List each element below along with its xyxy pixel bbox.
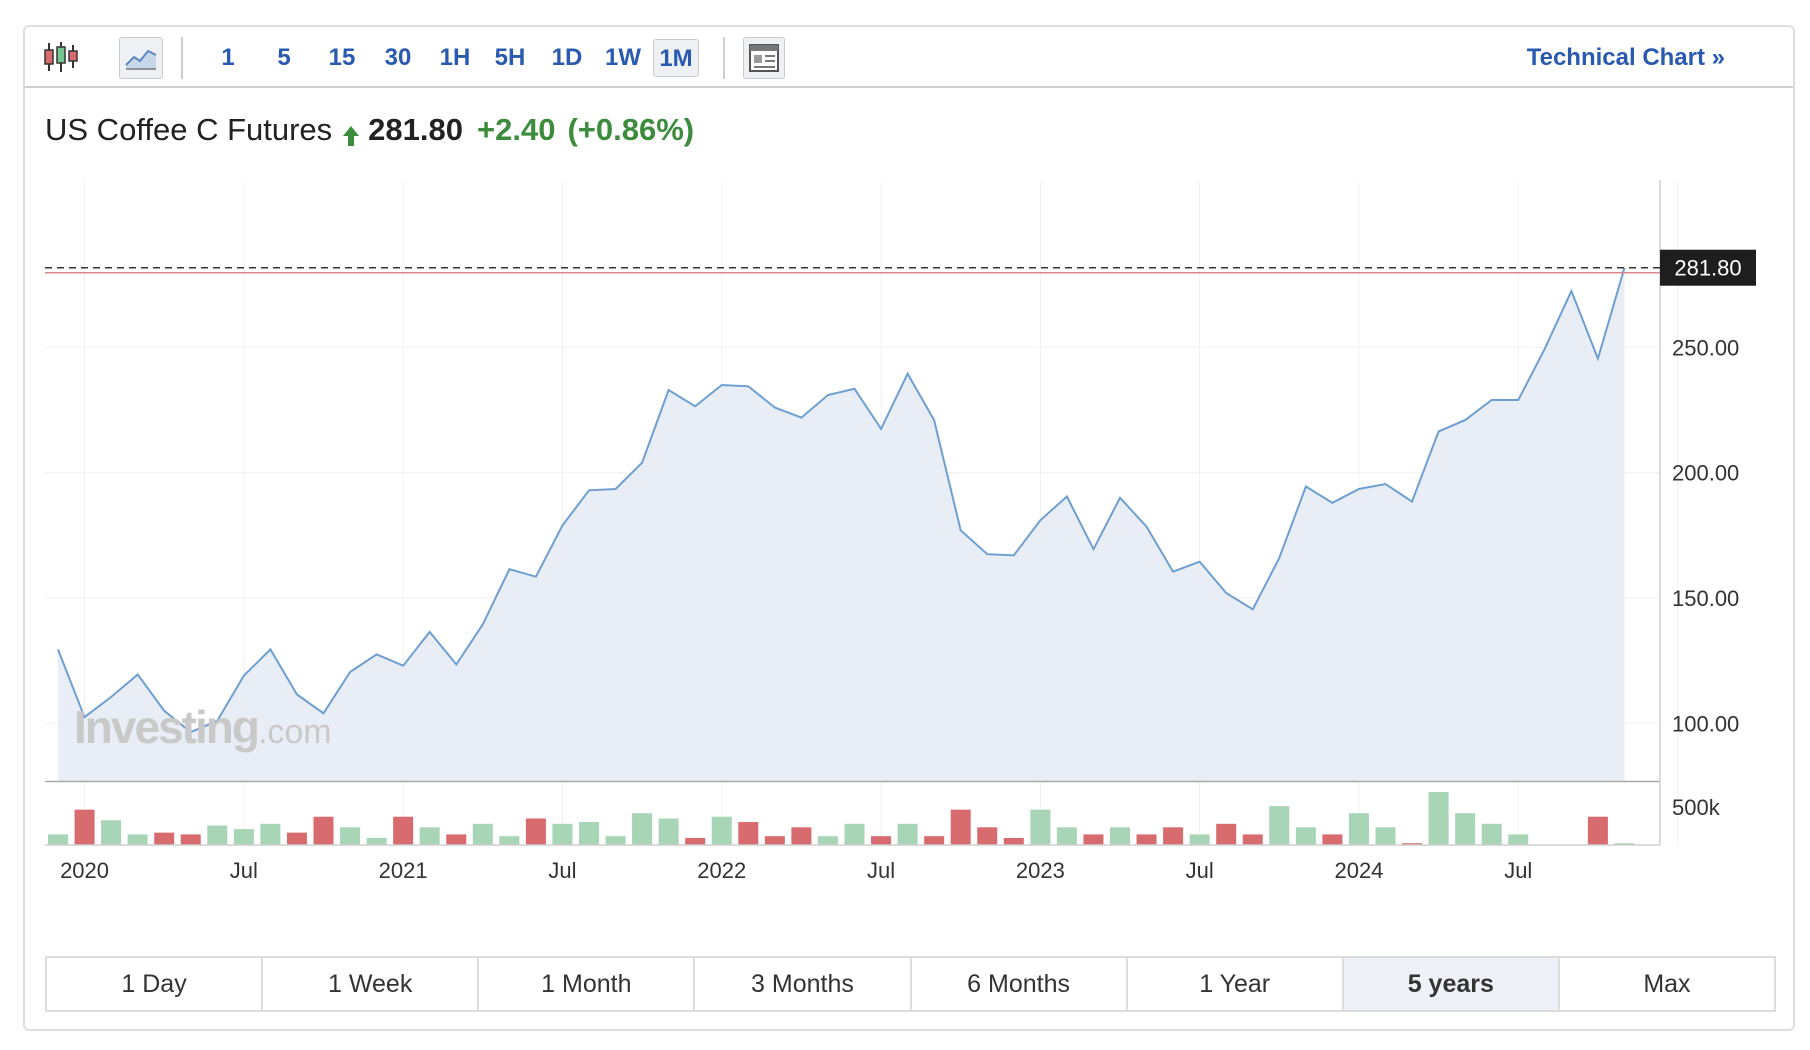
volume-bar: [446, 834, 467, 845]
volume-bar: [871, 836, 892, 845]
volume-bar: [579, 822, 599, 845]
x-tick-label: Jul: [1186, 858, 1214, 883]
volume-bar: [472, 823, 493, 845]
volume-bar: [1295, 827, 1316, 845]
volume-bar: [950, 809, 971, 845]
volume-bar: [207, 825, 228, 845]
x-tick-label: 2021: [379, 858, 428, 883]
x-tick-label: Jul: [230, 858, 258, 883]
volume-bar: [499, 836, 520, 845]
volume-bar: [1189, 834, 1210, 845]
range-1-week[interactable]: 1 Week: [263, 958, 480, 1010]
range-1-day[interactable]: 1 Day: [47, 958, 264, 1010]
volume-bar: [1587, 816, 1608, 845]
volume-bar: [340, 827, 361, 845]
time-range-selector: 1 Day 1 Week 1 Month 3 Months 6 Months 1…: [45, 956, 1776, 1012]
volume-bar: [1110, 827, 1130, 845]
range-5-years[interactable]: 5 years: [1343, 958, 1560, 1010]
volume-bar: [74, 809, 95, 845]
volume-bar: [1216, 823, 1237, 845]
x-tick-label: Jul: [867, 858, 895, 883]
volume-bar: [1163, 827, 1184, 845]
y-tick-label: 150.00: [1672, 586, 1739, 611]
investing-watermark: Investing.com: [74, 700, 332, 754]
volume-bar: [1269, 806, 1290, 845]
volume-tick-label: 500k: [1672, 795, 1721, 820]
volume-bar: [977, 827, 998, 845]
volume-bar: [313, 816, 334, 845]
volume-bar: [154, 832, 175, 845]
range-1-year[interactable]: 1 Year: [1128, 958, 1344, 1010]
volume-bar: [1003, 837, 1024, 845]
y-tick-label: 200.00: [1672, 461, 1739, 486]
x-tick-label: 2020: [60, 858, 109, 883]
volume-bar: [1375, 827, 1396, 845]
y-tick-label: 100.00: [1672, 711, 1739, 736]
volume-bar: [632, 813, 653, 845]
volume-bar: [1348, 813, 1369, 845]
volume-bar: [711, 816, 732, 845]
volume-bar: [286, 832, 307, 845]
volume-bar: [101, 820, 122, 845]
x-tick-label: 2024: [1334, 858, 1383, 883]
volume-bar: [180, 834, 201, 845]
x-tick-label: Jul: [548, 858, 576, 883]
watermark-suffix: .com: [257, 713, 332, 751]
last-price-tag-label: 281.80: [1674, 256, 1741, 281]
volume-bar: [1136, 834, 1157, 845]
volume-bar: [1481, 823, 1502, 845]
volume-bar: [552, 823, 573, 845]
volume-bar: [897, 823, 918, 845]
volume-bar: [260, 823, 281, 845]
volume-bar: [685, 837, 706, 845]
volume-bar: [393, 816, 414, 845]
volume-bar: [1030, 809, 1051, 845]
volume-bar: [817, 836, 838, 845]
volume-bar: [764, 836, 785, 845]
y-tick-label: 250.00: [1672, 335, 1739, 360]
volume-bar: [1242, 834, 1263, 845]
range-1-month[interactable]: 1 Month: [479, 958, 696, 1010]
watermark-brand: Investing: [74, 701, 260, 753]
volume-bar: [48, 834, 68, 845]
volume-bar: [525, 818, 546, 845]
volume-bar: [1322, 834, 1343, 845]
last-price-marker: 281.80: [45, 249, 1756, 286]
volume-bar: [738, 822, 759, 845]
volume-bar: [1083, 834, 1104, 845]
range-6-months[interactable]: 6 Months: [912, 958, 1128, 1010]
price-chart[interactable]: 100.00 150.00 200.00 250.00 500k 2020 Jul 2021 J…: [0, 0, 1810, 1050]
range-max[interactable]: Max: [1560, 958, 1774, 1010]
volume-bar: [1508, 834, 1529, 845]
x-tick-label: 2022: [697, 858, 746, 883]
volume-bar: [1428, 792, 1449, 845]
volume-bar: [658, 818, 679, 845]
volume-bar: [419, 827, 440, 845]
range-3-months[interactable]: 3 Months: [695, 958, 912, 1010]
volume-bar: [233, 829, 254, 845]
volume-bar: [605, 836, 626, 845]
x-tick-label: Jul: [1504, 858, 1532, 883]
volume-bars: [48, 792, 1635, 845]
volume-bar: [844, 823, 865, 845]
volume-bar: [924, 836, 945, 845]
volume-bar: [1056, 827, 1077, 845]
volume-bar: [127, 834, 148, 845]
volume-bar: [1455, 813, 1476, 845]
volume-bar: [791, 827, 812, 845]
x-tick-label: 2023: [1016, 858, 1065, 883]
volume-bar: [366, 837, 387, 845]
